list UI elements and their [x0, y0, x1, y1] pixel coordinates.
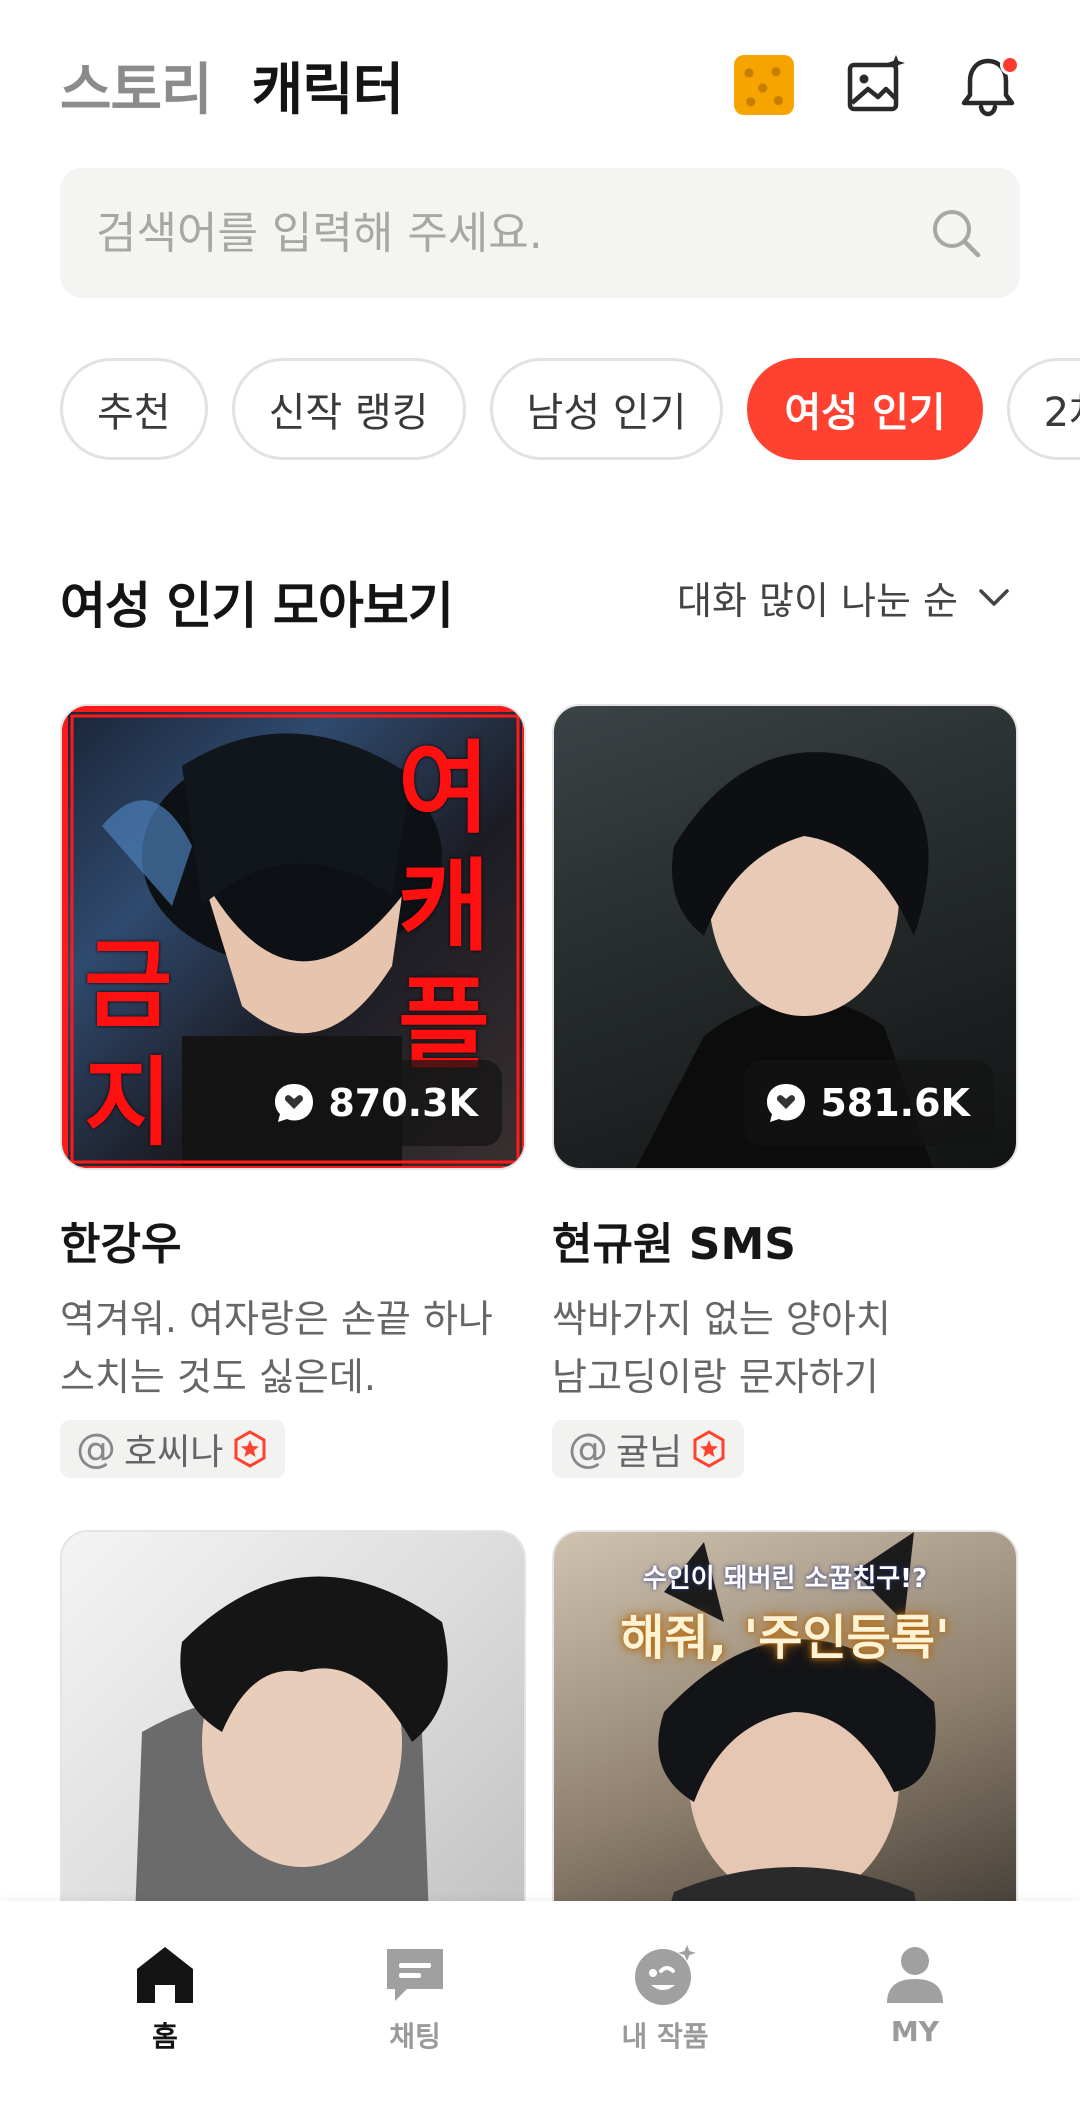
chip-female-popular[interactable]: 여성 인기 [747, 358, 983, 460]
at-icon: @ [76, 1426, 116, 1472]
chat-heart-icon [275, 1084, 314, 1122]
chip-new-ranking[interactable]: 신작 랭킹 [231, 358, 466, 460]
nav-my-works[interactable]: 내 작품 [575, 1901, 755, 2115]
nav-label: 내 작품 [621, 2020, 709, 2053]
chevron-down-icon [979, 588, 1009, 606]
creator-name: 귤님 [616, 1432, 683, 1473]
at-icon: @ [568, 1426, 608, 1472]
character-card[interactable]: 금지 여캐플 870.3K 한강우 역겨워. 여자랑은 손끝 하나 스치는 것도… [60, 704, 526, 1478]
creator-tag[interactable]: @ 귤님 [552, 1420, 745, 1478]
profile-icon [887, 1947, 943, 2003]
tab-story[interactable]: 스토리 [60, 45, 213, 126]
character-card[interactable]: 581.6K 현규원 SMS 싹바가지 없는 양아치 남고딩이랑 문자하기 @ … [552, 704, 1018, 1478]
character-name: 한강우 [60, 1219, 182, 1270]
chat-heart-icon [767, 1084, 806, 1122]
chip-secondary[interactable]: 2차 [1006, 358, 1080, 460]
creator-tag[interactable]: @ 호씨나 [60, 1420, 286, 1478]
my-works-icon [635, 1945, 696, 2005]
sort-label: 대화 많이 나눈 순 [677, 579, 958, 623]
chat-icon [387, 1949, 443, 2001]
section-title: 여성 인기 모아보기 [60, 577, 454, 635]
chat-count: 870.3K [328, 1081, 478, 1125]
chat-count-badge: 581.6K [744, 1060, 994, 1146]
app-screen: 스토리 캐릭터 검색어를 입력해 주세요. 추천 신작 랭킹 남성 인기 여성 … [0, 0, 1080, 2115]
cover-subtitle: 수인이 돼버린 소꿉친구!? [642, 1564, 928, 1594]
home-icon [137, 1947, 193, 2003]
description-line: 역겨워. 여자랑은 손끝 하나 [60, 1297, 493, 1341]
sort-dropdown[interactable]: 대화 많이 나눈 순 [677, 570, 1012, 625]
nav-chat[interactable]: 채팅 [325, 1901, 505, 2115]
character-description: 싹바가지 없는 양아치 남고딩이랑 문자하기 [552, 1290, 1018, 1406]
bottom-navigation: 홈 채팅 내 작품 MY [0, 1901, 1080, 2115]
character-thumbnail[interactable]: 금지 여캐플 870.3K [60, 704, 526, 1170]
image-generate-button[interactable] [844, 53, 908, 117]
chat-count: 581.6K [820, 1081, 970, 1125]
search-input[interactable] [96, 207, 928, 259]
description-line: 싹바가지 없는 양아치 [552, 1297, 891, 1341]
chip-recommend[interactable]: 추천 [60, 358, 208, 460]
verified-badge-icon [234, 1430, 266, 1468]
header-actions [732, 53, 1020, 117]
search-icon[interactable] [928, 205, 984, 261]
description-line: 스치는 것도 싫은데. [60, 1355, 376, 1399]
cover-text-right: 여캐플 [398, 730, 490, 1083]
category-chips: 추천 신작 랭킹 남성 인기 여성 인기 2차 [60, 358, 1080, 462]
nav-my[interactable]: MY [825, 1901, 1005, 2115]
verified-badge-icon [693, 1430, 725, 1468]
notification-dot [1000, 55, 1020, 75]
character-name: 현규원 SMS [552, 1219, 796, 1270]
notification-button[interactable] [956, 53, 1020, 117]
cookie-icon [734, 55, 794, 115]
top-header: 스토리 캐릭터 [60, 40, 1020, 130]
nav-label: 홈 [152, 2020, 178, 2053]
description-line: 남고딩이랑 문자하기 [552, 1355, 879, 1399]
character-description: 역겨워. 여자랑은 손끝 하나 스치는 것도 싫은데. [60, 1290, 526, 1406]
tab-character[interactable]: 캐릭터 [252, 45, 405, 126]
character-thumbnail[interactable]: 581.6K [552, 704, 1018, 1170]
cookie-button[interactable] [732, 53, 796, 117]
chat-count-badge: 870.3K [252, 1060, 502, 1146]
cover-title: 해줘, '주인등록' [620, 1610, 950, 1666]
creator-name: 호씨나 [124, 1432, 224, 1473]
search-bar[interactable] [60, 168, 1020, 298]
nav-label: 채팅 [389, 2020, 441, 2053]
chip-male-popular[interactable]: 남성 인기 [489, 358, 724, 460]
nav-home[interactable]: 홈 [75, 1901, 255, 2115]
nav-label: MY [890, 2015, 940, 2048]
cover-text-left: 금지 [84, 929, 173, 1159]
image-sparkle-icon [847, 55, 905, 112]
